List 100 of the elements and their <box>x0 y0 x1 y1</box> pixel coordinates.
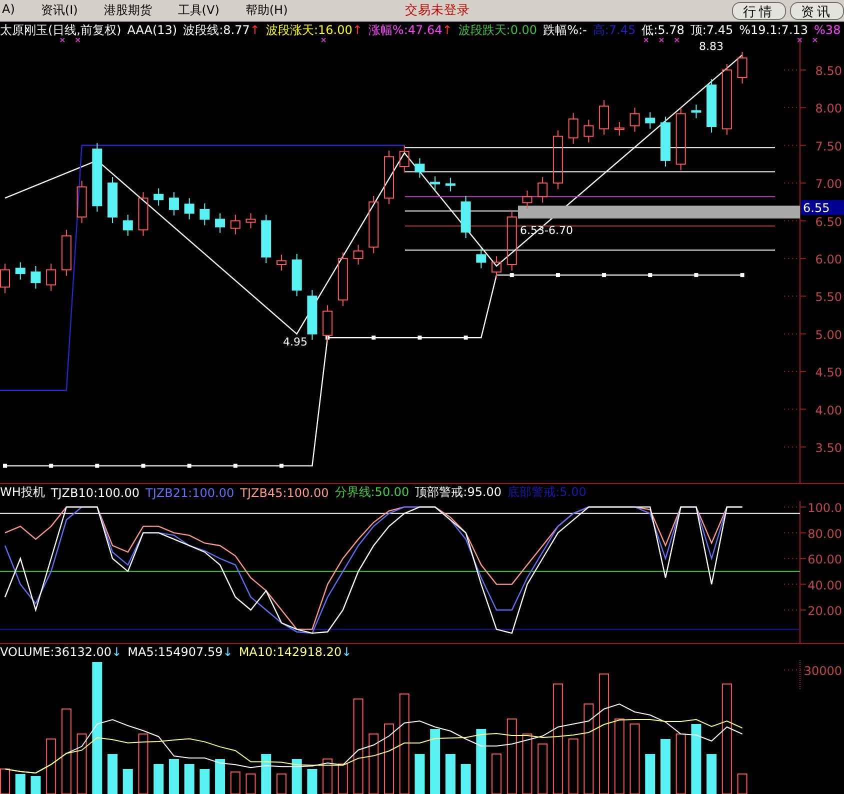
legend-label: TJZB45:100.00 <box>240 486 329 500</box>
candlestick <box>676 107 686 171</box>
axis-label: 6.50 <box>815 214 842 229</box>
axis-label: 6.00 <box>815 252 842 266</box>
candlestick <box>338 252 348 306</box>
candlestick <box>691 104 702 119</box>
trend-arrow: ↑ <box>442 23 452 37</box>
menu-item[interactable]: A) <box>0 2 17 19</box>
candlestick <box>630 107 640 132</box>
legend-label: TJZB10:100.00 <box>50 486 140 500</box>
candlestick <box>292 253 302 297</box>
legend-label: 低:5.78 <box>642 22 684 38</box>
candlestick <box>492 256 502 279</box>
candlestick <box>92 142 102 212</box>
candlestick <box>200 202 210 226</box>
trend-arrow: ↓ <box>112 645 122 659</box>
candlestick <box>430 176 440 190</box>
candlestick <box>476 248 486 269</box>
candlestick <box>399 144 410 174</box>
axis-label: 4.50 <box>815 366 842 380</box>
candlestick <box>307 290 318 340</box>
axis-label: 100.0 <box>808 501 842 515</box>
axis-label: 80.00 <box>808 526 842 541</box>
trend-arrow: ↓ <box>222 645 233 659</box>
menu-item[interactable]: 资讯(I) <box>38 2 80 19</box>
axis-label: 7.00 <box>815 177 842 192</box>
trade-status: 交易未登录 <box>404 2 470 19</box>
candlestick <box>460 195 471 239</box>
toolbar-button[interactable]: 资讯 <box>790 2 844 20</box>
candlestick <box>660 116 670 167</box>
legend-label: 顶:7.45 <box>690 22 734 38</box>
legend-label: AAA(13) <box>127 23 178 37</box>
candlestick <box>0 263 10 294</box>
candlestick <box>246 212 256 229</box>
axis-label: 8.50 <box>815 64 842 78</box>
candlestick <box>384 150 394 205</box>
candlestick <box>722 63 732 136</box>
candlestick <box>568 112 578 144</box>
trend-arrow: ↑ <box>250 23 260 37</box>
candlestick <box>61 229 72 276</box>
legend-label: 波段跌天:0.00 <box>458 22 538 38</box>
candlestick <box>599 100 610 136</box>
candlestick <box>538 176 548 204</box>
legend-label: 高:7.45 <box>592 22 636 38</box>
candlestick <box>552 130 563 190</box>
legend-label: 波段线:8.77 <box>183 22 250 38</box>
axis-label: 4.00 <box>815 403 842 418</box>
candlestick <box>168 192 179 216</box>
menu-item[interactable]: 工具(V) <box>176 2 222 19</box>
trend-arrow: ↑ <box>352 23 362 37</box>
candlestick <box>138 192 148 236</box>
axis-label: 3.50 <box>815 440 842 455</box>
axis-label: 8.00 <box>815 102 842 116</box>
legend-label: %19.1:7.13 <box>739 23 808 37</box>
legend-label: MA10:142918.20 <box>238 645 342 659</box>
candlestick <box>184 198 194 220</box>
legend-label: 太原刚玉(日线,前复权) <box>0 22 122 38</box>
legend-label: VOLUME:36132.00 <box>0 645 112 659</box>
menu-item[interactable]: 港股期货 <box>102 2 154 19</box>
legend-label: 分界线:50.00 <box>334 484 410 501</box>
candlestick <box>46 263 56 292</box>
candlestick <box>215 212 226 234</box>
trend-arrow: ↓ <box>342 645 352 659</box>
legend-label: 涨幅%:47.64 <box>368 22 442 38</box>
axis-label: 20.00 <box>808 604 842 618</box>
candlestick <box>414 158 425 178</box>
candlestick <box>76 180 87 224</box>
legend-label: 顶部警戒:95.00 <box>415 484 502 501</box>
candlestick <box>445 177 456 192</box>
candlestick <box>15 262 26 280</box>
candlestick <box>122 214 133 236</box>
legend-label: 跌幅%:- <box>543 22 587 38</box>
candlestick <box>261 214 272 264</box>
price-label: 8.83 <box>699 40 724 53</box>
candlestick <box>522 190 532 210</box>
axis-label: 7.50 <box>815 139 842 154</box>
toolbar-button[interactable]: 行情 <box>732 2 786 20</box>
legend-label: TJZB21:100.00 <box>146 486 234 500</box>
candlestick <box>706 78 717 134</box>
candlestick <box>276 254 286 272</box>
candlestick <box>614 121 624 136</box>
candlestick <box>30 266 41 290</box>
candlestick <box>368 195 379 254</box>
candlestick <box>737 51 748 84</box>
axis-label: 5.00 <box>815 328 842 342</box>
legend-label: 波段涨天:16.00 <box>266 22 352 38</box>
candlestick <box>584 119 594 143</box>
candlestick <box>230 214 240 235</box>
indicator-title: WH投机 <box>0 484 45 501</box>
menu-item[interactable]: 帮助(H) <box>243 2 290 19</box>
candlestick <box>108 176 118 224</box>
candlestick <box>154 188 164 206</box>
legend-label: %38 <box>814 23 841 37</box>
price-label: 4.95 <box>283 335 308 348</box>
candlestick <box>506 210 517 272</box>
axis-label: 60.00 <box>808 552 842 566</box>
axis-label: 30000 <box>804 664 842 678</box>
cursor-price-tag: 6.55 <box>801 200 844 215</box>
legend-label: 底部警戒:5.00 <box>508 484 586 501</box>
legend-label: MA5:154907.59 <box>128 645 223 659</box>
